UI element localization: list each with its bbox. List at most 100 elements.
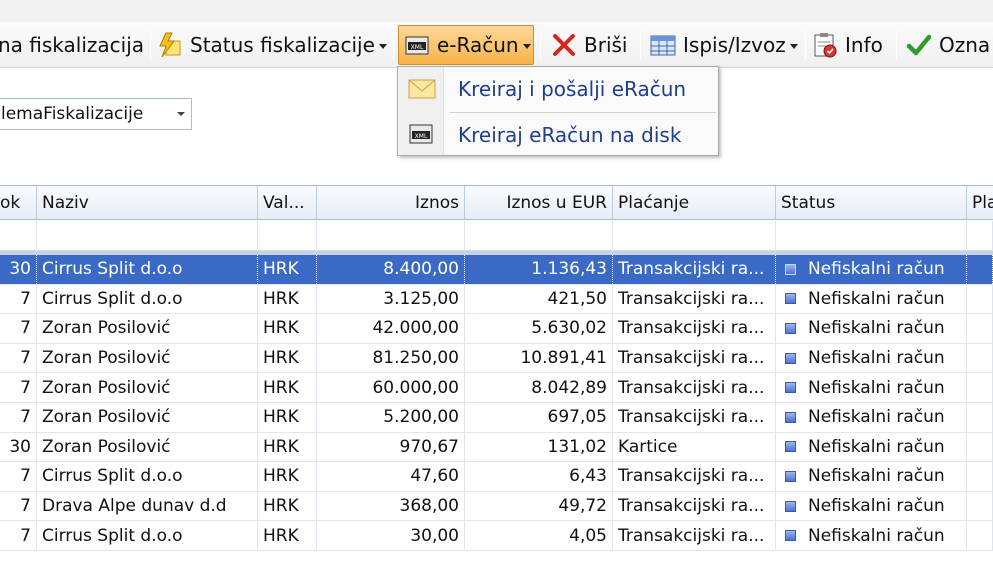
cell-pla[interactable] [967, 284, 993, 314]
menu-item-kreiraj-posalji[interactable]: Kreiraj i pošalji eRačun [398, 67, 718, 111]
info-button[interactable]: Info [811, 25, 883, 65]
cell-pla[interactable] [967, 373, 993, 402]
cell-status[interactable]: Nefiskalni račun [776, 491, 967, 521]
cell-placanje[interactable]: Transakcijski ra... [613, 343, 776, 373]
filter-cell[interactable] [37, 221, 258, 251]
cell-valuta[interactable]: HRK [258, 521, 317, 550]
cell-iznos-eur[interactable]: 5.630,02 [465, 314, 613, 343]
table-row[interactable]: 7 Zoran Posilović HRK 60.000,00 8.042,89 Tran… [0, 373, 993, 403]
cell-status[interactable]: Nefiskalni račun [776, 255, 967, 284]
cell-status[interactable]: Nefiskalni račun [776, 403, 967, 432]
cell-status[interactable]: Nefiskalni račun [776, 284, 967, 314]
cell-naziv[interactable]: Cirrus Split d.o.o [37, 521, 258, 550]
column-header-pla[interactable]: Pla [967, 186, 993, 220]
cell-iznos-eur[interactable]: 6,43 [465, 462, 613, 491]
cell-status[interactable]: Nefiskalni račun [776, 521, 967, 550]
cell-naziv[interactable]: Zoran Posilović [37, 432, 258, 462]
cell-iznos[interactable]: 970,67 [317, 432, 465, 462]
filter-cell[interactable] [0, 221, 37, 251]
status-fiskalizacije-button[interactable]: Status fiskalizacije [156, 25, 387, 65]
cell-iznos-eur[interactable]: 4,05 [465, 521, 613, 550]
table-row[interactable]: 7 Zoran Posilović HRK 5.200,00 697,05 Transak… [0, 403, 993, 433]
brisi-button[interactable]: Briši [550, 25, 627, 65]
cell-rok[interactable]: 7 [0, 314, 37, 343]
filter-cell[interactable] [317, 221, 465, 251]
cell-iznos-eur[interactable]: 10.891,41 [465, 343, 613, 373]
cell-naziv[interactable]: Cirrus Split d.o.o [37, 255, 258, 284]
cell-iznos-eur[interactable]: 1.136,43 [465, 255, 613, 284]
filter-cell[interactable] [258, 221, 317, 251]
cell-valuta[interactable]: HRK [258, 255, 317, 284]
cell-naziv[interactable]: Zoran Posilović [37, 373, 258, 402]
column-header-rok[interactable]: ok [0, 186, 37, 220]
cell-valuta[interactable]: HRK [258, 462, 317, 491]
cell-valuta[interactable]: HRK [258, 432, 317, 462]
ispis-izvoz-button[interactable]: Ispis/Izvoz [649, 25, 798, 65]
cell-status[interactable]: Nefiskalni račun [776, 462, 967, 491]
table-row[interactable]: 30 Cirrus Split d.o.o HRK 8.400,00 1.136,43 T… [0, 255, 993, 285]
fiskalizacija-filter-select[interactable]: lemaFiskalizacije [0, 98, 192, 130]
column-header-iznos-eur[interactable]: Iznos u EUR [465, 186, 613, 220]
cell-naziv[interactable]: Cirrus Split d.o.o [37, 284, 258, 314]
cell-iznos[interactable]: 42.000,00 [317, 314, 465, 343]
column-header-iznos[interactable]: Iznos [317, 186, 465, 220]
cell-iznos-eur[interactable]: 131,02 [465, 432, 613, 462]
cell-placanje[interactable]: Transakcijski ra... [613, 403, 776, 432]
cell-naziv[interactable]: Zoran Posilović [37, 343, 258, 373]
cell-iznos[interactable]: 5.200,00 [317, 403, 465, 432]
cell-iznos[interactable]: 368,00 [317, 491, 465, 521]
cell-rok[interactable]: 7 [0, 521, 37, 550]
cell-rok[interactable]: 30 [0, 255, 37, 284]
cell-pla[interactable] [967, 314, 993, 343]
filter-cell[interactable] [613, 221, 776, 251]
column-header-placanje[interactable]: Plaćanje [613, 186, 776, 220]
cell-pla[interactable] [967, 491, 993, 521]
filter-cell[interactable] [465, 221, 613, 251]
table-row[interactable]: 7 Cirrus Split d.o.o HRK 3.125,00 421,50 Tran… [0, 284, 993, 315]
cell-valuta[interactable]: HRK [258, 314, 317, 343]
e-racun-button[interactable]: XML e-Račun [398, 25, 534, 65]
cell-iznos[interactable]: 3.125,00 [317, 284, 465, 314]
table-row[interactable]: 7 Cirrus Split d.o.o HRK 30,00 4,05 Transakci… [0, 521, 993, 551]
cell-iznos[interactable]: 30,00 [317, 521, 465, 550]
cell-status[interactable]: Nefiskalni račun [776, 314, 967, 343]
cell-placanje[interactable]: Kartice [613, 432, 776, 462]
cell-naziv[interactable]: Zoran Posilović [37, 403, 258, 432]
cell-placanje[interactable]: Transakcijski ra... [613, 521, 776, 550]
filter-cell[interactable] [776, 221, 967, 251]
cell-naziv[interactable]: Cirrus Split d.o.o [37, 462, 258, 491]
cell-valuta[interactable]: HRK [258, 284, 317, 314]
cell-rok[interactable]: 7 [0, 462, 37, 491]
cell-pla[interactable] [967, 255, 993, 284]
filter-cell[interactable] [967, 221, 993, 251]
cell-pla[interactable] [967, 432, 993, 462]
column-header-naziv[interactable]: Naziv [37, 186, 258, 220]
table-row[interactable]: 7 Zoran Posilović HRK 81.250,00 10.891,41 Tra… [0, 343, 993, 374]
cell-placanje[interactable]: Transakcijski ra... [613, 314, 776, 343]
cell-pla[interactable] [967, 403, 993, 432]
cell-rok[interactable]: 7 [0, 491, 37, 521]
cell-iznos-eur[interactable]: 8.042,89 [465, 373, 613, 402]
table-row[interactable]: 7 Zoran Posilović HRK 42.000,00 5.630,02 Tran… [0, 314, 993, 344]
cell-placanje[interactable]: Transakcijski ra... [613, 255, 776, 284]
cell-iznos[interactable]: 60.000,00 [317, 373, 465, 402]
cell-placanje[interactable]: Transakcijski ra... [613, 491, 776, 521]
cell-valuta[interactable]: HRK [258, 403, 317, 432]
cell-pla[interactable] [967, 462, 993, 491]
oznaci-button[interactable]: Ozna [905, 25, 990, 65]
cell-naziv[interactable]: Zoran Posilović [37, 314, 258, 343]
cell-rok[interactable]: 7 [0, 373, 37, 402]
cell-naziv[interactable]: Drava Alpe dunav d.d [37, 491, 258, 521]
menu-item-kreiraj-disk[interactable]: XML Kreiraj eRačun na disk [398, 113, 718, 157]
column-header-valuta[interactable]: Val... [258, 186, 317, 220]
cell-valuta[interactable]: HRK [258, 343, 317, 373]
cell-valuta[interactable]: HRK [258, 373, 317, 402]
cell-placanje[interactable]: Transakcijski ra... [613, 373, 776, 402]
cell-pla[interactable] [967, 343, 993, 373]
cell-status[interactable]: Nefiskalni račun [776, 432, 967, 462]
table-row[interactable]: 30 Zoran Posilović HRK 970,67 131,02 Kartice N… [0, 432, 993, 463]
cell-iznos[interactable]: 8.400,00 [317, 255, 465, 284]
column-header-status[interactable]: Status [776, 186, 967, 220]
cell-valuta[interactable]: HRK [258, 491, 317, 521]
table-row[interactable]: 7 Cirrus Split d.o.o HRK 47,60 6,43 Transakci… [0, 462, 993, 492]
